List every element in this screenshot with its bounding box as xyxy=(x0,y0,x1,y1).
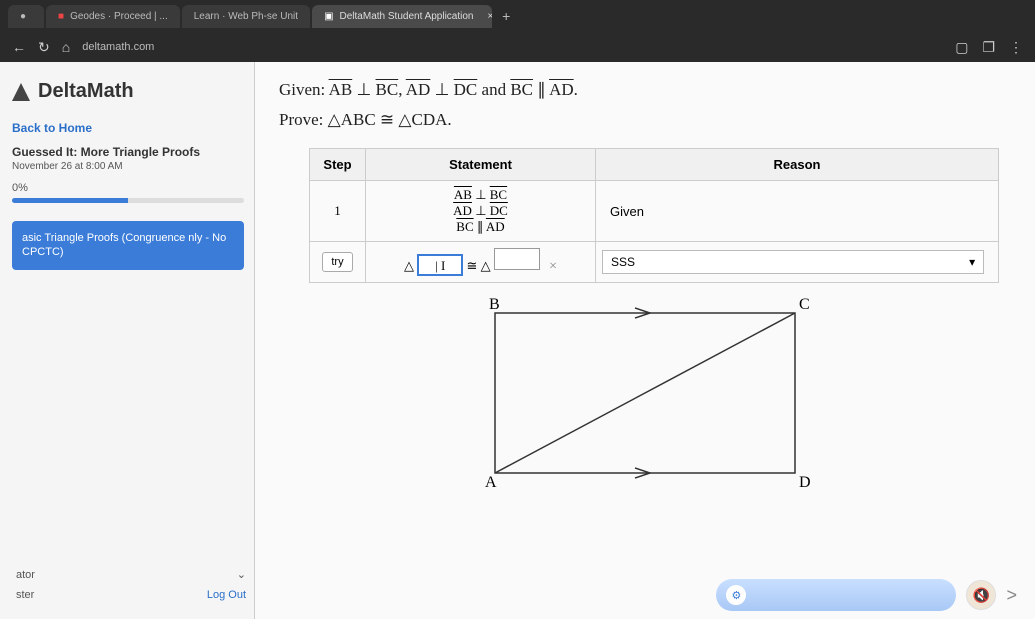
table-row: 1 AB ⊥ BC AD ⊥ DC BC ∥ AD Given xyxy=(310,181,999,242)
refresh-button[interactable]: ↻ xyxy=(38,39,50,56)
sidebar: DeltaMath Back to Home Guessed It: More … xyxy=(0,62,255,619)
assignment-title: Guessed It: More Triangle Proofs xyxy=(8,145,254,159)
sidebar-item-ator[interactable]: ator⌄ xyxy=(16,564,246,585)
logo-row: DeltaMath xyxy=(8,74,254,117)
main-content: Given: AB ⊥ BC, AD ⊥ DC and BC ∥ AD. Pro… xyxy=(255,62,1035,619)
url-text[interactable]: deltamath.com xyxy=(82,41,154,53)
due-date: November 26 at 8:00 AM xyxy=(8,159,254,182)
triangle-input-1[interactable]: | I xyxy=(417,254,463,276)
triangle-symbol: △ xyxy=(481,258,491,273)
browser-tab[interactable]: ● xyxy=(8,5,44,28)
step-try-cell: try xyxy=(310,242,366,283)
tab-label: Geodes · Proceed | ... xyxy=(70,11,168,22)
clear-icon[interactable]: × xyxy=(549,259,557,274)
vertex-label-c: C xyxy=(799,296,810,313)
new-tab-button[interactable]: + xyxy=(502,8,510,24)
proof-table: Step Statement Reason 1 AB ⊥ BC AD ⊥ DC … xyxy=(309,148,999,283)
close-icon[interactable]: × xyxy=(488,11,493,22)
browser-chrome: ● ■ Geodes · Proceed | ... Learn · Web Ph… xyxy=(0,0,1035,62)
statement-input-cell: △ | I ≅ △ × xyxy=(366,242,596,283)
tab-bar: ● ■ Geodes · Proceed | ... Learn · Web Ph… xyxy=(0,0,1035,32)
vertex-label-a: A xyxy=(485,474,497,491)
tab-favicon: ● xyxy=(20,11,26,22)
back-button[interactable]: ← xyxy=(12,39,26,55)
next-button[interactable]: > xyxy=(1006,585,1017,606)
tab-favicon: ■ xyxy=(58,11,64,22)
browser-tab[interactable]: ▣ DeltaMath Student Application × xyxy=(312,5,492,28)
vertex-label-b: B xyxy=(489,296,500,313)
geometry-figure: B C A D xyxy=(455,293,835,503)
vertex-label-d: D xyxy=(799,474,811,491)
reason-select-cell: SSS ▾ xyxy=(596,242,999,283)
reason-cell: Given xyxy=(596,181,999,242)
address-bar: ← ↻ ⌂ deltamath.com ▢ ❐ ⋮ xyxy=(0,32,1035,62)
tab-label: DeltaMath Student Application xyxy=(340,11,474,22)
header-reason: Reason xyxy=(596,149,999,181)
skill-card[interactable]: asic Triangle Proofs (Congruence nly - N… xyxy=(12,221,244,270)
figure: B C A D xyxy=(279,293,1011,503)
progress-fill xyxy=(12,198,128,203)
gear-icon[interactable]: ⚙ xyxy=(726,585,746,605)
step-number: 1 xyxy=(310,181,366,242)
header-step: Step xyxy=(310,149,366,181)
logout-link[interactable]: Log Out xyxy=(207,589,246,601)
brand-text: DeltaMath xyxy=(38,80,134,103)
prove-line: Prove: △ABC ≅ △CDA. xyxy=(279,110,1011,130)
reason-dropdown[interactable]: SSS ▾ xyxy=(602,250,984,274)
page-body: DeltaMath Back to Home Guessed It: More … xyxy=(0,62,1035,619)
header-statement: Statement xyxy=(366,149,596,181)
tab-label: Learn · Web Ph-se Unit xyxy=(194,11,298,22)
chevron-down-icon: ▾ xyxy=(969,255,975,269)
sidebar-bottom: ator⌄ sterLog Out xyxy=(8,564,254,619)
browser-right-icons: ▢ ❐ ⋮ xyxy=(955,39,1023,56)
try-button[interactable]: try xyxy=(322,252,352,272)
copy-icon[interactable]: ❐ xyxy=(982,39,995,56)
progress-bar xyxy=(12,198,244,203)
bottom-shelf: ⚙ 🔇 > xyxy=(716,579,1017,611)
mute-button[interactable]: 🔇 xyxy=(966,580,996,610)
menu-icon[interactable]: ⋮ xyxy=(1009,39,1023,56)
reason-value: SSS xyxy=(611,255,635,269)
table-header-row: Step Statement Reason xyxy=(310,149,999,181)
congruent-symbol: ≅ xyxy=(466,258,480,273)
brand-icon xyxy=(10,81,32,103)
browser-tab[interactable]: ■ Geodes · Proceed | ... xyxy=(46,5,180,28)
window-icon[interactable]: ▢ xyxy=(955,39,968,56)
triangle-symbol: △ xyxy=(404,258,414,273)
back-to-home-link[interactable]: Back to Home xyxy=(8,117,254,145)
home-button[interactable]: ⌂ xyxy=(62,39,70,55)
chevron-down-icon: ⌄ xyxy=(237,568,246,581)
sidebar-item-ster[interactable]: sterLog Out xyxy=(16,585,246,605)
table-row: try △ | I ≅ △ × SSS ▾ xyxy=(310,242,999,283)
browser-tab[interactable]: Learn · Web Ph-se Unit xyxy=(182,5,310,28)
statement-cell: AB ⊥ BC AD ⊥ DC BC ∥ AD xyxy=(366,181,596,242)
assistant-pill[interactable]: ⚙ xyxy=(716,579,956,611)
given-line: Given: AB ⊥ BC, AD ⊥ DC and BC ∥ AD. xyxy=(279,80,1011,100)
tab-favicon: ▣ xyxy=(324,11,333,22)
score-label: 0% xyxy=(8,182,254,198)
triangle-input-2[interactable] xyxy=(494,248,540,270)
